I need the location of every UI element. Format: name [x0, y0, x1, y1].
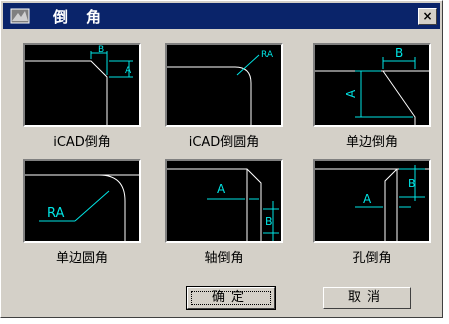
option-icad-fillet[interactable]: RA iCAD倒圆角 [165, 43, 283, 150]
window-title: 倒角 [53, 8, 120, 26]
preview-shaft-chamfer[interactable]: A B [165, 159, 283, 243]
single-chamfer-diagram: B A [315, 46, 429, 125]
dim-label-a: A [125, 66, 132, 76]
option-label: 单边圆角 [55, 251, 108, 266]
hole-chamfer-diagram: A B [315, 165, 429, 241]
focus-ring [191, 291, 271, 305]
app-icon [10, 8, 30, 24]
preview-icad-fillet[interactable]: RA [165, 43, 283, 127]
fillet-diagram: RA [167, 50, 274, 125]
option-shaft-chamfer[interactable]: A B 轴倒角 [165, 159, 283, 266]
dim-label-b: B [408, 177, 416, 190]
option-label: iCAD倒角 [53, 135, 111, 150]
dim-label-a: A [363, 192, 372, 206]
preview-hole-chamfer[interactable]: A B [313, 159, 431, 243]
chamfer-dialog: 倒角 × B A iCAD倒角 RA iCAD倒圆角 B A 单边倒角 RA 单… [0, 0, 443, 318]
option-label: 单边倒角 [345, 135, 398, 150]
option-single-chamfer[interactable]: B A 单边倒角 [313, 43, 431, 150]
dim-label-b: B [98, 45, 104, 55]
dim-label-a: A [217, 182, 226, 196]
option-label: 孔倒角 [352, 251, 392, 266]
close-icon: × [422, 9, 433, 23]
option-icad-chamfer[interactable]: B A iCAD倒角 [23, 43, 141, 150]
cancel-button-label: 取消 [347, 290, 386, 305]
shaft-chamfer-diagram: A B [167, 168, 279, 241]
dim-label-a: A [344, 89, 358, 98]
preview-single-fillet[interactable]: RA [23, 159, 141, 243]
single-fillet-diagram: RA [25, 174, 139, 241]
dim-label-b: B [395, 46, 403, 60]
dim-label-ra: RA [47, 206, 65, 221]
preview-single-chamfer[interactable]: B A [313, 43, 431, 127]
title-bar[interactable]: 倒角 × [3, 3, 440, 29]
option-label: iCAD倒圆角 [188, 135, 260, 150]
cancel-button[interactable]: 取消 [323, 287, 411, 309]
dim-label-ra: RA [261, 50, 274, 60]
ok-button[interactable]: 确定 [186, 286, 276, 310]
option-single-fillet[interactable]: RA 单边圆角 [23, 159, 141, 266]
chamfer-diagram: B A [25, 45, 133, 125]
option-label: 轴倒角 [204, 251, 244, 266]
dim-label-b: B [265, 215, 273, 228]
close-button[interactable]: × [418, 8, 437, 25]
option-hole-chamfer[interactable]: A B 孔倒角 [313, 159, 431, 266]
preview-icad-chamfer[interactable]: B A [23, 43, 141, 127]
